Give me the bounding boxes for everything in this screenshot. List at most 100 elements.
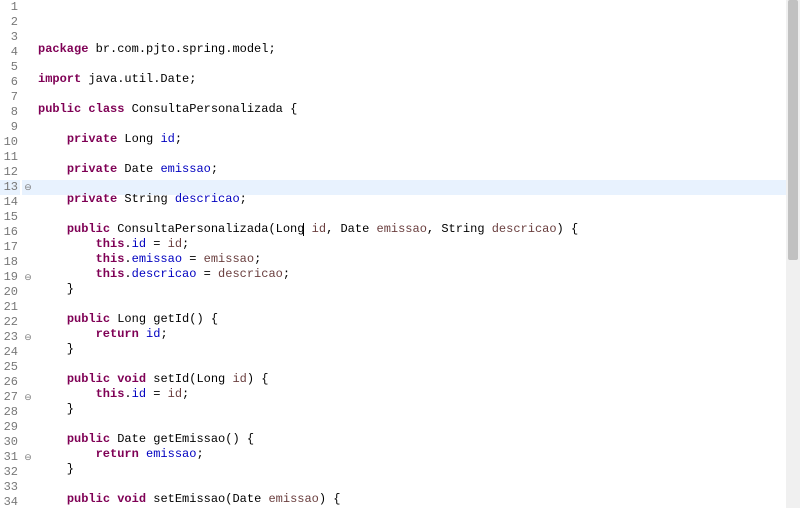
code-token: ConsultaPersonalizada(Long	[110, 222, 304, 236]
code-token: emissao	[377, 222, 427, 236]
code-line[interactable]	[34, 57, 800, 72]
code-line[interactable]: }	[34, 282, 800, 297]
code-token	[139, 447, 146, 461]
code-line[interactable]: public ConsultaPersonalizada(Long id, Da…	[34, 222, 800, 237]
code-token	[38, 132, 67, 146]
code-line[interactable]: private Date emissao;	[34, 162, 800, 177]
fold-spacer	[22, 30, 34, 45]
line-number: 7	[0, 90, 20, 105]
fold-toggle-icon[interactable]: ⊖	[22, 450, 34, 465]
code-token: ;	[196, 447, 203, 461]
code-token: .	[124, 237, 131, 251]
fold-spacer	[22, 285, 34, 300]
code-line[interactable]: }	[34, 462, 800, 477]
line-number: 21	[0, 300, 20, 315]
code-line[interactable]	[34, 297, 800, 312]
code-token: descricao	[175, 192, 240, 206]
code-token: emissao	[268, 492, 318, 506]
line-number: 13	[0, 180, 20, 195]
code-token: =	[196, 267, 218, 281]
code-token	[38, 432, 67, 446]
code-token: ;	[182, 387, 189, 401]
code-token: return	[96, 327, 139, 341]
code-token: id	[160, 132, 174, 146]
code-line[interactable]	[34, 477, 800, 492]
code-line[interactable]: }	[34, 342, 800, 357]
code-token	[38, 372, 67, 386]
line-number: 32	[0, 465, 20, 480]
code-token: ;	[254, 252, 261, 266]
code-line[interactable]	[34, 357, 800, 372]
code-line[interactable]	[34, 177, 800, 192]
code-line[interactable]	[34, 147, 800, 162]
code-line[interactable]: return emissao;	[34, 447, 800, 462]
line-number: 26	[0, 375, 20, 390]
code-line[interactable]: public Date getEmissao() {	[34, 432, 800, 447]
code-token	[38, 387, 96, 401]
code-token: ;	[175, 132, 182, 146]
code-token: public	[67, 432, 110, 446]
code-token: id	[132, 237, 146, 251]
code-token: void	[117, 492, 146, 506]
code-token	[38, 327, 96, 341]
line-number: 30	[0, 435, 20, 450]
code-token: java.util.Date;	[81, 72, 196, 86]
code-token: }	[38, 402, 74, 416]
fold-spacer	[22, 165, 34, 180]
fold-spacer	[22, 0, 34, 15]
code-line[interactable]: public void setId(Long id) {	[34, 372, 800, 387]
code-token: ConsultaPersonalizada {	[124, 102, 297, 116]
code-token	[38, 192, 67, 206]
fold-spacer	[22, 135, 34, 150]
code-line[interactable]	[34, 87, 800, 102]
fold-toggle-icon[interactable]: ⊖	[22, 330, 34, 345]
code-line[interactable]: this.id = id;	[34, 237, 800, 252]
code-line[interactable]: public Long getId() {	[34, 312, 800, 327]
code-token: public	[67, 312, 110, 326]
code-line[interactable]: this.descricao = descricao;	[34, 267, 800, 282]
code-line[interactable]: public void setEmissao(Date emissao) {	[34, 492, 800, 507]
code-line[interactable]: package br.com.pjto.spring.model;	[34, 42, 800, 57]
code-editor[interactable]: 1234567891011121314151617181920212223242…	[0, 0, 800, 508]
fold-toggle-icon[interactable]: ⊖	[22, 390, 34, 405]
code-token: class	[88, 102, 124, 116]
code-token: package	[38, 42, 88, 56]
code-text-area[interactable]: package br.com.pjto.spring.model; import …	[34, 0, 800, 508]
code-token: setEmissao(Date	[146, 492, 268, 506]
code-token	[38, 492, 67, 506]
fold-toggle-icon[interactable]: ⊖	[22, 270, 34, 285]
code-line[interactable]: this.id = id;	[34, 387, 800, 402]
code-line[interactable]: private String descricao;	[34, 192, 800, 207]
code-line[interactable]: }	[34, 402, 800, 417]
code-token: this	[96, 387, 125, 401]
code-token: emissao	[132, 252, 182, 266]
code-line[interactable]: import java.util.Date;	[34, 72, 800, 87]
code-token: ;	[283, 267, 290, 281]
line-number: 5	[0, 60, 20, 75]
code-token: emissao	[204, 252, 254, 266]
code-token	[38, 252, 96, 266]
fold-spacer	[22, 315, 34, 330]
code-line[interactable]	[34, 417, 800, 432]
fold-spacer	[22, 90, 34, 105]
code-line[interactable]: private Long id;	[34, 132, 800, 147]
code-token: =	[182, 252, 204, 266]
code-token: }	[38, 342, 74, 356]
fold-spacer	[22, 45, 34, 60]
code-line[interactable]: this.emissao = emissao;	[34, 252, 800, 267]
code-token: ) {	[247, 372, 269, 386]
line-number: 11	[0, 150, 20, 165]
fold-spacer	[22, 210, 34, 225]
code-line[interactable]	[34, 117, 800, 132]
code-line[interactable]	[34, 207, 800, 222]
code-token: =	[146, 237, 168, 251]
code-line[interactable]: public class ConsultaPersonalizada {	[34, 102, 800, 117]
line-number: 25	[0, 360, 20, 375]
code-token: ;	[240, 192, 247, 206]
code-token: descricao	[132, 267, 197, 281]
fold-spacer	[22, 375, 34, 390]
code-token: this	[96, 252, 125, 266]
fold-spacer	[22, 255, 34, 270]
code-line[interactable]: return id;	[34, 327, 800, 342]
fold-toggle-icon[interactable]: ⊖	[22, 180, 34, 195]
